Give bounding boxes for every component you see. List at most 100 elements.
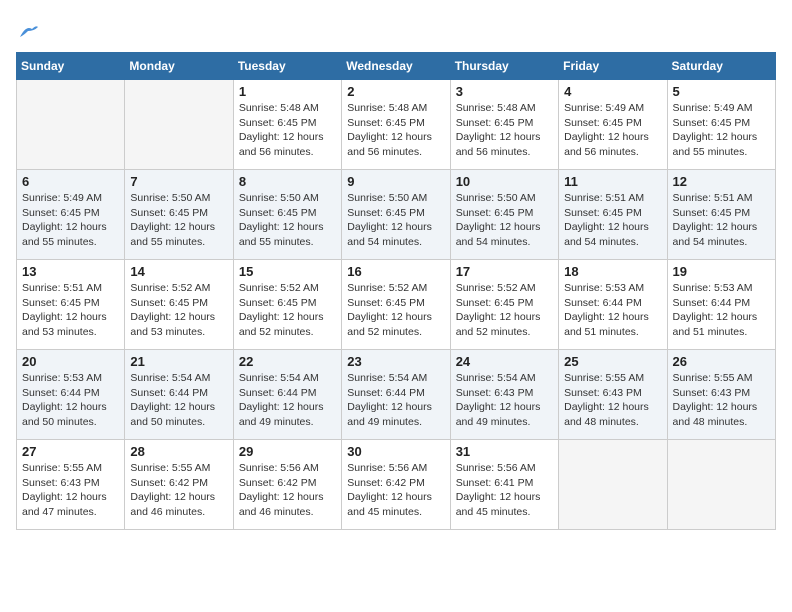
day-number: 1: [239, 84, 336, 99]
day-number: 11: [564, 174, 661, 189]
day-number: 31: [456, 444, 553, 459]
day-detail: Sunrise: 5:50 AM Sunset: 6:45 PM Dayligh…: [456, 191, 553, 250]
day-detail: Sunrise: 5:56 AM Sunset: 6:42 PM Dayligh…: [347, 461, 444, 520]
day-number: 25: [564, 354, 661, 369]
calendar-cell: [559, 440, 667, 530]
day-detail: Sunrise: 5:56 AM Sunset: 6:41 PM Dayligh…: [456, 461, 553, 520]
day-number: 27: [22, 444, 119, 459]
calendar-cell: 3 Sunrise: 5:48 AM Sunset: 6:45 PM Daylig…: [450, 80, 558, 170]
calendar-cell: 11 Sunrise: 5:51 AM Sunset: 6:45 PM Dayli…: [559, 170, 667, 260]
logo-bird-icon: [18, 23, 40, 41]
day-number: 30: [347, 444, 444, 459]
day-number: 24: [456, 354, 553, 369]
day-number: 20: [22, 354, 119, 369]
day-detail: Sunrise: 5:48 AM Sunset: 6:45 PM Dayligh…: [239, 101, 336, 160]
calendar-table: SundayMondayTuesdayWednesdayThursdayFrid…: [16, 52, 776, 530]
day-number: 17: [456, 264, 553, 279]
logo: [16, 16, 40, 42]
weekday-header-wednesday: Wednesday: [342, 53, 450, 80]
day-detail: Sunrise: 5:50 AM Sunset: 6:45 PM Dayligh…: [347, 191, 444, 250]
day-number: 5: [673, 84, 770, 99]
day-detail: Sunrise: 5:55 AM Sunset: 6:43 PM Dayligh…: [673, 371, 770, 430]
day-number: 22: [239, 354, 336, 369]
day-detail: Sunrise: 5:53 AM Sunset: 6:44 PM Dayligh…: [22, 371, 119, 430]
day-number: 13: [22, 264, 119, 279]
calendar-cell: 27 Sunrise: 5:55 AM Sunset: 6:43 PM Dayli…: [17, 440, 125, 530]
day-number: 2: [347, 84, 444, 99]
day-detail: Sunrise: 5:51 AM Sunset: 6:45 PM Dayligh…: [22, 281, 119, 340]
calendar-cell: 15Sunrise: 5:52 AM Sunset: 6:45 PM Dayli…: [233, 260, 341, 350]
day-number: 28: [130, 444, 227, 459]
calendar-header-row: SundayMondayTuesdayWednesdayThursdayFrid…: [17, 53, 776, 80]
day-detail: Sunrise: 5:52 AM Sunset: 6:45 PM Dayligh…: [347, 281, 444, 340]
weekday-header-monday: Monday: [125, 53, 233, 80]
calendar-cell: 12Sunrise: 5:51 AM Sunset: 6:45 PM Dayli…: [667, 170, 775, 260]
day-detail: Sunrise: 5:52 AM Sunset: 6:45 PM Dayligh…: [456, 281, 553, 340]
calendar-week-row: 13 Sunrise: 5:51 AM Sunset: 6:45 PM Dayli…: [17, 260, 776, 350]
day-detail: Sunrise: 5:55 AM Sunset: 6:43 PM Dayligh…: [22, 461, 119, 520]
calendar-cell: 21 Sunrise: 5:54 AM Sunset: 6:44 PM Dayli…: [125, 350, 233, 440]
calendar-cell: 2 Sunrise: 5:48 AM Sunset: 6:45 PM Daylig…: [342, 80, 450, 170]
weekday-header-tuesday: Tuesday: [233, 53, 341, 80]
day-number: 14: [130, 264, 227, 279]
day-number: 10: [456, 174, 553, 189]
calendar-week-row: 27 Sunrise: 5:55 AM Sunset: 6:43 PM Dayli…: [17, 440, 776, 530]
day-number: 23: [347, 354, 444, 369]
day-detail: Sunrise: 5:48 AM Sunset: 6:45 PM Dayligh…: [456, 101, 553, 160]
calendar-week-row: 20 Sunrise: 5:53 AM Sunset: 6:44 PM Dayli…: [17, 350, 776, 440]
day-number: 21: [130, 354, 227, 369]
calendar-cell: 8Sunrise: 5:50 AM Sunset: 6:45 PM Daylig…: [233, 170, 341, 260]
calendar-cell: 19 Sunrise: 5:53 AM Sunset: 6:44 PM Dayli…: [667, 260, 775, 350]
calendar-cell: 24 Sunrise: 5:54 AM Sunset: 6:43 PM Dayli…: [450, 350, 558, 440]
day-detail: Sunrise: 5:51 AM Sunset: 6:45 PM Dayligh…: [564, 191, 661, 250]
calendar-cell: 25 Sunrise: 5:55 AM Sunset: 6:43 PM Dayli…: [559, 350, 667, 440]
day-detail: Sunrise: 5:50 AM Sunset: 6:45 PM Dayligh…: [130, 191, 227, 250]
day-number: 7: [130, 174, 227, 189]
calendar-week-row: 1 Sunrise: 5:48 AM Sunset: 6:45 PM Daylig…: [17, 80, 776, 170]
calendar-cell: [667, 440, 775, 530]
day-number: 19: [673, 264, 770, 279]
day-number: 6: [22, 174, 119, 189]
day-number: 4: [564, 84, 661, 99]
calendar-cell: 18Sunrise: 5:53 AM Sunset: 6:44 PM Dayli…: [559, 260, 667, 350]
day-number: 16: [347, 264, 444, 279]
day-detail: Sunrise: 5:49 AM Sunset: 6:45 PM Dayligh…: [22, 191, 119, 250]
day-detail: Sunrise: 5:53 AM Sunset: 6:44 PM Dayligh…: [564, 281, 661, 340]
page-header: [16, 16, 776, 42]
calendar-cell: [125, 80, 233, 170]
day-detail: Sunrise: 5:54 AM Sunset: 6:44 PM Dayligh…: [130, 371, 227, 430]
calendar-cell: 26 Sunrise: 5:55 AM Sunset: 6:43 PM Dayli…: [667, 350, 775, 440]
calendar-week-row: 6 Sunrise: 5:49 AM Sunset: 6:45 PM Daylig…: [17, 170, 776, 260]
calendar-cell: 23 Sunrise: 5:54 AM Sunset: 6:44 PM Dayli…: [342, 350, 450, 440]
day-detail: Sunrise: 5:49 AM Sunset: 6:45 PM Dayligh…: [673, 101, 770, 160]
day-detail: Sunrise: 5:48 AM Sunset: 6:45 PM Dayligh…: [347, 101, 444, 160]
weekday-header-sunday: Sunday: [17, 53, 125, 80]
calendar-cell: 1 Sunrise: 5:48 AM Sunset: 6:45 PM Daylig…: [233, 80, 341, 170]
day-detail: Sunrise: 5:54 AM Sunset: 6:44 PM Dayligh…: [239, 371, 336, 430]
weekday-header-saturday: Saturday: [667, 53, 775, 80]
calendar-cell: 29Sunrise: 5:56 AM Sunset: 6:42 PM Dayli…: [233, 440, 341, 530]
calendar-cell: 14 Sunrise: 5:52 AM Sunset: 6:45 PM Dayli…: [125, 260, 233, 350]
calendar-cell: 4 Sunrise: 5:49 AM Sunset: 6:45 PM Daylig…: [559, 80, 667, 170]
calendar-cell: 31 Sunrise: 5:56 AM Sunset: 6:41 PM Dayli…: [450, 440, 558, 530]
day-detail: Sunrise: 5:56 AM Sunset: 6:42 PM Dayligh…: [239, 461, 336, 520]
day-detail: Sunrise: 5:54 AM Sunset: 6:43 PM Dayligh…: [456, 371, 553, 430]
calendar-cell: 20 Sunrise: 5:53 AM Sunset: 6:44 PM Dayli…: [17, 350, 125, 440]
day-number: 9: [347, 174, 444, 189]
day-detail: Sunrise: 5:55 AM Sunset: 6:43 PM Dayligh…: [564, 371, 661, 430]
day-detail: Sunrise: 5:53 AM Sunset: 6:44 PM Dayligh…: [673, 281, 770, 340]
day-detail: Sunrise: 5:51 AM Sunset: 6:45 PM Dayligh…: [673, 191, 770, 250]
calendar-cell: 6 Sunrise: 5:49 AM Sunset: 6:45 PM Daylig…: [17, 170, 125, 260]
calendar-cell: 28 Sunrise: 5:55 AM Sunset: 6:42 PM Dayli…: [125, 440, 233, 530]
day-detail: Sunrise: 5:49 AM Sunset: 6:45 PM Dayligh…: [564, 101, 661, 160]
calendar-cell: [17, 80, 125, 170]
day-detail: Sunrise: 5:52 AM Sunset: 6:45 PM Dayligh…: [130, 281, 227, 340]
day-number: 3: [456, 84, 553, 99]
day-detail: Sunrise: 5:55 AM Sunset: 6:42 PM Dayligh…: [130, 461, 227, 520]
calendar-cell: 16 Sunrise: 5:52 AM Sunset: 6:45 PM Dayli…: [342, 260, 450, 350]
day-detail: Sunrise: 5:54 AM Sunset: 6:44 PM Dayligh…: [347, 371, 444, 430]
weekday-header-thursday: Thursday: [450, 53, 558, 80]
day-number: 26: [673, 354, 770, 369]
calendar-cell: 10 Sunrise: 5:50 AM Sunset: 6:45 PM Dayli…: [450, 170, 558, 260]
calendar-cell: 30 Sunrise: 5:56 AM Sunset: 6:42 PM Dayli…: [342, 440, 450, 530]
